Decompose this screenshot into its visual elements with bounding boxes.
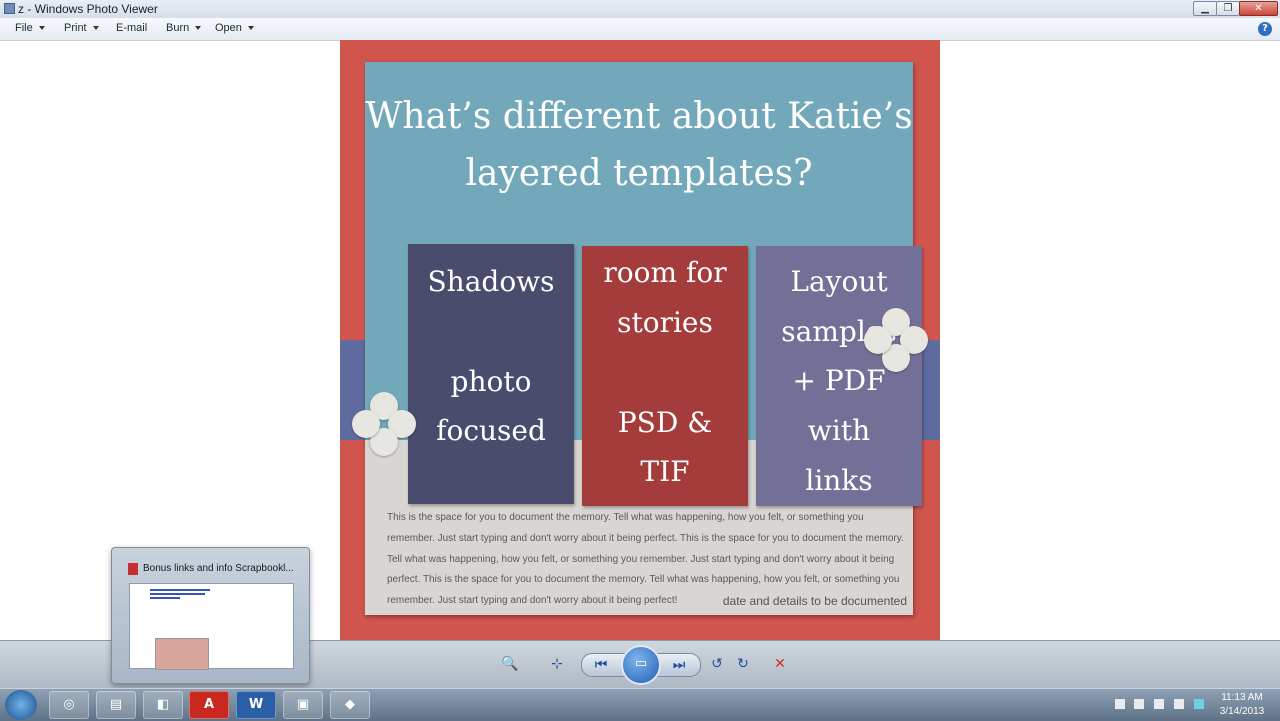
card3-line-4: with bbox=[807, 414, 871, 447]
acrobat-icon bbox=[128, 563, 138, 575]
menu-bar: File Print E-mail Burn Open bbox=[0, 18, 1280, 41]
taskbar-preview-popup[interactable]: Bonus links and info Scrapbookl... bbox=[111, 547, 310, 684]
chrome-icon[interactable]: ◎ bbox=[49, 691, 89, 719]
system-clock[interactable]: 11:13 AM 3/14/2013 bbox=[1214, 691, 1270, 719]
preview-link-line bbox=[150, 593, 205, 595]
preview-image bbox=[155, 638, 209, 670]
flower-embellishment-left bbox=[352, 392, 416, 456]
app-blue-icon[interactable]: ◧ bbox=[143, 691, 183, 719]
card2-bottom-2: TIF bbox=[640, 455, 690, 488]
card2-top-2: stories bbox=[617, 306, 713, 339]
journal-line-2: remember. Just start typing and don't wo… bbox=[387, 532, 904, 544]
preview-title: Bonus links and info Scrapbookl... bbox=[143, 563, 294, 574]
journal-line-3: Tell what was happening, how you felt, o… bbox=[387, 553, 895, 565]
next-icon[interactable]: ⏭ bbox=[667, 653, 691, 677]
chevron-down-icon bbox=[38, 26, 45, 31]
signal-icon[interactable] bbox=[1154, 699, 1164, 709]
clock-time: 11:13 AM bbox=[1221, 692, 1263, 703]
help-icon[interactable]: ? bbox=[1258, 22, 1272, 36]
volume-icon[interactable] bbox=[1174, 699, 1184, 709]
journal-line-1: This is the space for you to document th… bbox=[387, 512, 864, 523]
rotate-cw-icon[interactable]: ↻ bbox=[731, 652, 755, 676]
card-layout-samples: Layout samples + PDF with links bbox=[756, 246, 922, 506]
flag-icon[interactable] bbox=[1115, 699, 1125, 709]
delete-icon[interactable]: ✕ bbox=[768, 652, 792, 676]
menu-burn[interactable]: Burn bbox=[166, 22, 202, 34]
zoom-icon[interactable]: 🔍 bbox=[498, 652, 522, 676]
menu-print[interactable]: Print bbox=[64, 22, 99, 34]
card2-bottom-1: PSD & bbox=[617, 406, 713, 439]
card3-line-5: links bbox=[805, 464, 873, 497]
menu-email-label: E-mail bbox=[116, 22, 148, 34]
heading-line-2: layered templates? bbox=[465, 153, 813, 194]
menu-file-label: File bbox=[15, 22, 33, 34]
previous-icon[interactable]: ⏮ bbox=[589, 653, 613, 677]
journal-line-4: perfect. This is the space for you to do… bbox=[387, 574, 900, 586]
network-icon[interactable] bbox=[1194, 699, 1204, 709]
card1-bottom-1: photo bbox=[450, 365, 532, 398]
slideshow-icon[interactable]: ▭ bbox=[621, 645, 661, 685]
title-bar: z - Windows Photo Viewer ▁ ❐ ✕ bbox=[0, 0, 1280, 19]
taskbar: ◎ ▤ ◧ A W ▣ ◆ 11:13 AM 3/14/2013 bbox=[0, 688, 1280, 721]
menu-burn-label: Burn bbox=[166, 22, 190, 34]
heading-line-1: What’s different about Katie’s bbox=[365, 96, 913, 137]
file-explorer-icon[interactable]: ▤ bbox=[96, 691, 136, 719]
word-icon[interactable]: W bbox=[236, 691, 276, 719]
window-title: z - Windows Photo Viewer bbox=[18, 2, 158, 16]
photo-viewer-icon[interactable]: ▣ bbox=[283, 691, 323, 719]
menu-file[interactable]: File bbox=[15, 22, 45, 34]
card-shadows: Shadows photo focused bbox=[408, 244, 574, 504]
flower-embellishment-right bbox=[864, 308, 928, 372]
maximize-button[interactable]: ❐ bbox=[1216, 1, 1240, 16]
date-details-text: date and details to be documented bbox=[722, 594, 907, 608]
preview-thumbnail[interactable] bbox=[129, 583, 294, 670]
chevron-down-icon bbox=[92, 26, 99, 31]
photo-viewer-icon bbox=[4, 3, 15, 14]
menu-open[interactable]: Open bbox=[215, 22, 254, 34]
app-dark-icon[interactable]: ◆ bbox=[330, 691, 370, 719]
preview-link-line bbox=[150, 597, 180, 599]
card-stories: room for stories PSD & TIF bbox=[582, 246, 748, 506]
card2-top-1: room for bbox=[603, 256, 727, 289]
battery-icon[interactable] bbox=[1134, 699, 1144, 709]
rotate-ccw-icon[interactable]: ↺ bbox=[705, 652, 729, 676]
card1-top: Shadows bbox=[427, 265, 555, 298]
template-heading: What’s different about Katie’s layered t… bbox=[365, 88, 913, 202]
minimize-button[interactable]: ▁ bbox=[1193, 1, 1217, 16]
menu-email[interactable]: E-mail bbox=[116, 22, 147, 34]
template-paper: What’s different about Katie’s layered t… bbox=[365, 62, 922, 615]
menu-open-label: Open bbox=[215, 22, 242, 34]
acrobat-icon[interactable]: A bbox=[189, 691, 229, 719]
clock-date: 3/14/2013 bbox=[1219, 706, 1265, 717]
preview-link-line bbox=[150, 589, 210, 591]
menu-print-label: Print bbox=[64, 22, 87, 34]
card3-line-1: Layout bbox=[790, 265, 888, 298]
close-button[interactable]: ✕ bbox=[1239, 1, 1278, 16]
card1-bottom-2: focused bbox=[436, 414, 546, 447]
start-button[interactable] bbox=[5, 690, 37, 720]
chevron-down-icon bbox=[247, 26, 254, 31]
photo-canvas: What’s different about Katie’s layered t… bbox=[340, 40, 940, 640]
chevron-down-icon bbox=[195, 26, 202, 31]
actual-size-icon[interactable]: ⊹ bbox=[545, 652, 569, 676]
